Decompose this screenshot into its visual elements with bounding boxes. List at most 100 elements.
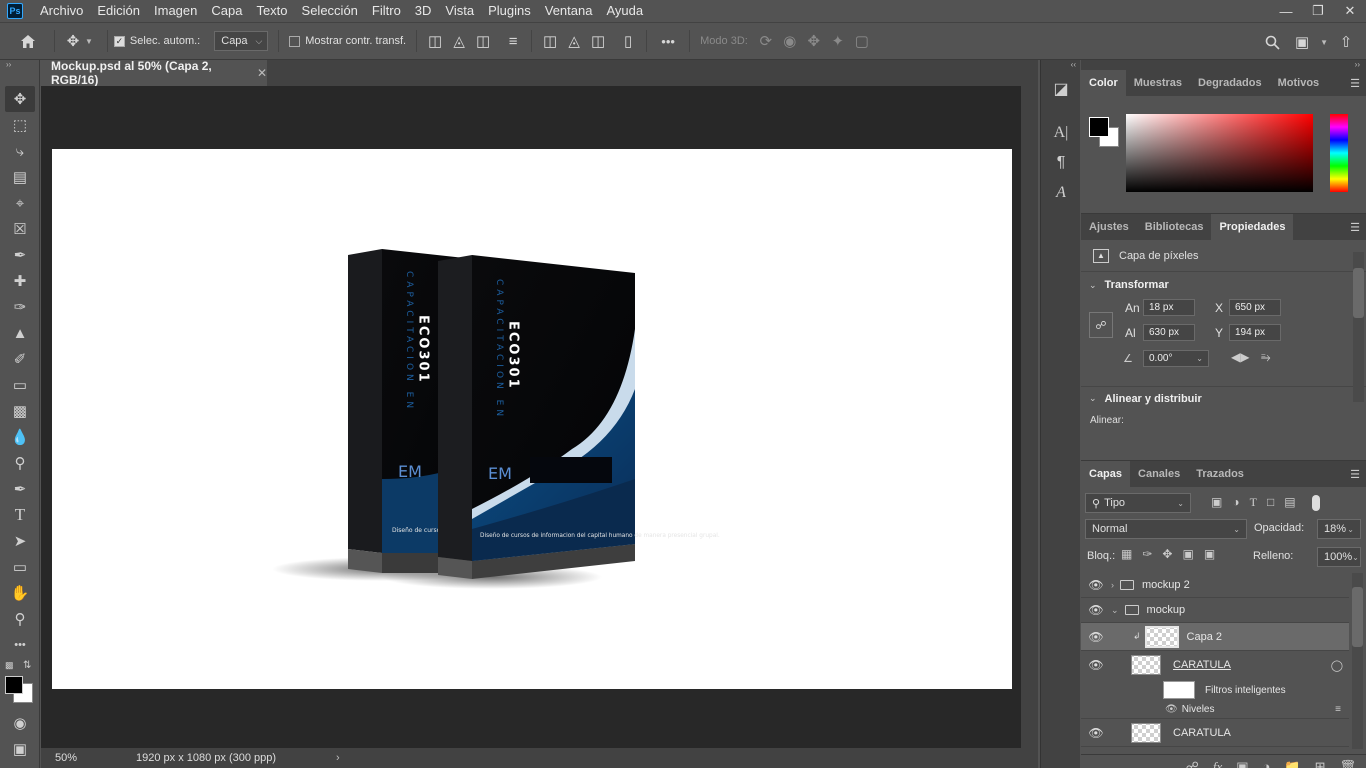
restore-button[interactable]: ❐	[1302, 0, 1334, 22]
chevron-right-icon[interactable]: ›	[336, 752, 340, 764]
filter-smart-object-icon[interactable]: ▤	[1284, 495, 1295, 511]
color-picker-field[interactable]	[1126, 114, 1313, 192]
tab-muestras[interactable]: Muestras	[1126, 70, 1190, 96]
foreground-color-swatch[interactable]	[1089, 117, 1109, 137]
home-icon[interactable]	[16, 29, 40, 53]
blur-tool-icon[interactable]: 💧	[5, 424, 35, 450]
history-brush-tool-icon[interactable]: ✐	[5, 346, 35, 372]
filter-options-icon[interactable]: ≡	[1335, 704, 1341, 715]
tab-propiedades[interactable]: Propiedades	[1211, 214, 1294, 240]
visibility-eye-icon[interactable]: 👁	[1081, 726, 1111, 740]
panel-menu-icon[interactable]: ☰	[1350, 77, 1360, 90]
align-bottom-edges-icon[interactable]: ◫	[586, 29, 610, 53]
clone-stamp-tool-icon[interactable]: ▲	[5, 320, 35, 346]
search-icon[interactable]	[1260, 30, 1284, 54]
properties-scrollbar-thumb[interactable]	[1353, 268, 1364, 318]
menu-texto[interactable]: Texto	[249, 0, 294, 22]
show-transform-checkbox[interactable]	[289, 35, 301, 47]
tab-color[interactable]: Color	[1081, 70, 1126, 96]
menu-vista[interactable]: Vista	[438, 0, 481, 22]
path-selection-tool-icon[interactable]: ➤	[5, 528, 35, 554]
delete-layer-icon[interactable]: 🗑	[1339, 759, 1356, 768]
menu-edicion[interactable]: Edición	[90, 0, 147, 22]
move-tool-icon[interactable]: ✥	[5, 86, 35, 112]
chevron-right-icon[interactable]: ›	[1111, 580, 1114, 590]
layer-row-mockup[interactable]: 👁 ⌄ mockup	[1081, 598, 1349, 623]
visibility-eye-icon[interactable]: 👁	[1081, 658, 1111, 672]
layer-style-icon[interactable]: fx	[1213, 759, 1222, 768]
lock-artboard-icon[interactable]: ▣	[1182, 547, 1193, 561]
zoom-tool-icon[interactable]: ⚲	[5, 606, 35, 632]
document-canvas[interactable]: CAPACITACION EN ECO301 EM Diseño de curs…	[52, 149, 1012, 689]
distribute-vertical-icon[interactable]: ≡	[501, 29, 525, 53]
visibility-eye-icon[interactable]: 👁	[1081, 578, 1111, 592]
visibility-eye-icon[interactable]: 👁	[1081, 603, 1111, 617]
lock-all-icon[interactable]: ▣	[1204, 547, 1215, 561]
opacity-field[interactable]: 18% ⌄	[1317, 519, 1361, 539]
eyedropper-tool-icon[interactable]: ✒	[5, 242, 35, 268]
hand-tool-icon[interactable]: ✋	[5, 580, 35, 606]
move-tool-preset-icon[interactable]: ✥	[61, 29, 85, 53]
pen-tool-icon[interactable]: ✒	[5, 476, 35, 502]
x-field[interactable]: 650 px	[1229, 299, 1281, 316]
filter-shape-icon[interactable]: □	[1267, 495, 1274, 511]
new-layer-icon[interactable]: ⊞	[1315, 759, 1326, 768]
type-tool-icon[interactable]: T	[5, 502, 35, 528]
collapse-icon[interactable]: ‹‹	[1041, 60, 1080, 74]
frame-tool-icon[interactable]: ☒	[5, 216, 35, 242]
menu-3d[interactable]: 3D	[408, 0, 439, 22]
minimize-button[interactable]: —	[1270, 0, 1302, 22]
eraser-tool-icon[interactable]: ▭	[5, 372, 35, 398]
link-dimensions-icon[interactable]: ☍	[1089, 312, 1113, 338]
menu-archivo[interactable]: Archivo	[33, 0, 90, 22]
filter-row-niveles[interactable]: 👁 Niveles ≡	[1081, 701, 1349, 719]
tab-trazados[interactable]: Trazados	[1188, 461, 1252, 487]
history-panel-icon[interactable]: ◪	[1041, 74, 1081, 104]
share-icon[interactable]: ⇧	[1334, 30, 1358, 54]
adjustment-layer-icon[interactable]: ◑	[1263, 759, 1271, 768]
height-field[interactable]: 630 px	[1143, 324, 1195, 341]
panel-menu-icon[interactable]: ☰	[1350, 468, 1360, 481]
auto-select-checkbox[interactable]: ✓	[113, 35, 125, 47]
properties-scrollbar[interactable]	[1353, 252, 1364, 402]
auto-select-target-dropdown[interactable]: Capa ⌵	[214, 31, 269, 51]
filter-toggle[interactable]	[1311, 495, 1320, 511]
foreground-color-swatch[interactable]	[5, 676, 23, 694]
layer-row-mockup-2[interactable]: 👁 › mockup 2	[1081, 573, 1349, 598]
chevron-down-icon[interactable]: ⌄	[1111, 605, 1119, 616]
character-panel-icon[interactable]: A|	[1041, 118, 1081, 148]
menu-seleccion[interactable]: Selección	[295, 0, 365, 22]
align-top-edges-icon[interactable]: ◫	[538, 29, 562, 53]
collapse-icon[interactable]: ››	[1081, 60, 1366, 70]
y-field[interactable]: 194 px	[1229, 324, 1281, 341]
new-group-icon[interactable]: 📁	[1284, 759, 1300, 768]
flip-horizontal-icon[interactable]: ◀▶	[1231, 350, 1249, 364]
quick-mask-icon[interactable]: ◉	[5, 710, 35, 736]
close-icon[interactable]: ✕	[257, 66, 267, 80]
smart-filter-icon[interactable]: ◯	[1331, 659, 1343, 672]
layers-scrollbar[interactable]	[1352, 573, 1363, 749]
zoom-level[interactable]: 50%	[55, 752, 121, 764]
swap-colors-icon[interactable]: ⇅	[23, 660, 31, 671]
rectangular-marquee-tool-icon[interactable]: ⬚	[5, 112, 35, 138]
tab-motivos[interactable]: Motivos	[1270, 70, 1328, 96]
more-options-icon[interactable]: •••	[653, 29, 683, 53]
align-vertical-centers-icon[interactable]: ◬	[562, 29, 586, 53]
hue-slider[interactable]	[1330, 114, 1348, 192]
tab-capas[interactable]: Capas	[1081, 461, 1131, 487]
visibility-eye-icon[interactable]: 👁	[1081, 630, 1111, 644]
filter-type-icon[interactable]: T	[1250, 495, 1257, 511]
workspace-icon[interactable]: ▣	[1290, 30, 1314, 54]
layer-row-caratula-2[interactable]: 👁 CARATULA	[1081, 719, 1349, 747]
brush-tool-icon[interactable]: ✑	[5, 294, 35, 320]
gradient-tool-icon[interactable]: ▩	[5, 398, 35, 424]
layer-filter-dropdown[interactable]: ⚲ Tipo ⌄	[1085, 493, 1191, 513]
panel-menu-icon[interactable]: ☰	[1350, 221, 1360, 234]
lock-transparency-icon[interactable]: ▦	[1121, 547, 1132, 561]
align-section-header[interactable]: ⌄ Alinear y distribuir	[1081, 386, 1366, 410]
dodge-tool-icon[interactable]: ⚲	[5, 450, 35, 476]
healing-brush-tool-icon[interactable]: ✚	[5, 268, 35, 294]
paragraph-panel-icon[interactable]: ¶	[1041, 148, 1081, 178]
width-field[interactable]: 18 px	[1143, 299, 1195, 316]
default-colors-icon[interactable]: ▩	[5, 660, 14, 671]
